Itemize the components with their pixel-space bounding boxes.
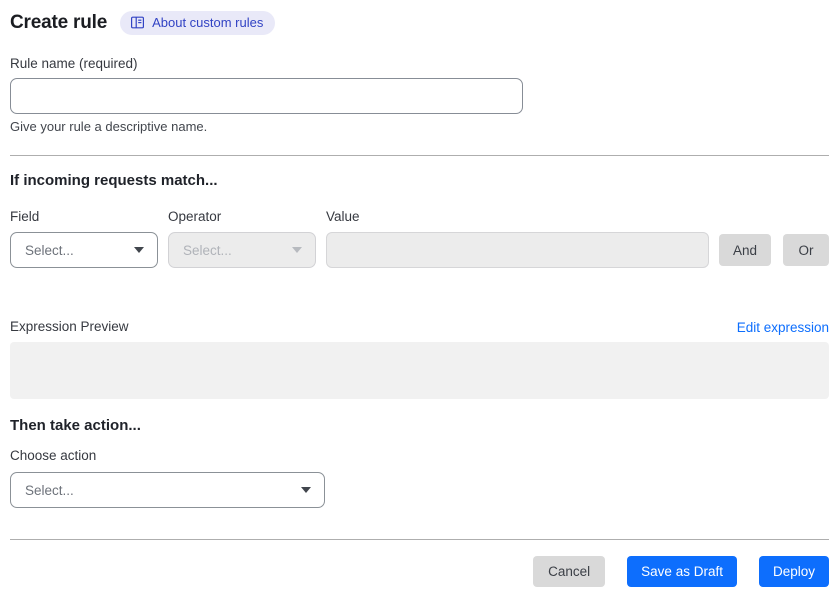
- expression-preview-label: Expression Preview: [10, 319, 129, 334]
- or-button[interactable]: Or: [783, 234, 829, 266]
- expression-preview-box: [10, 342, 829, 399]
- rule-name-input[interactable]: [10, 78, 523, 114]
- section-divider: [10, 155, 829, 156]
- field-select-placeholder: Select...: [25, 242, 74, 258]
- footer-divider: [10, 539, 829, 540]
- rule-name-section: Rule name (required) Give your rule a de…: [10, 56, 829, 135]
- match-section-heading: If incoming requests match...: [10, 172, 218, 189]
- page-header: Create rule About custom rules: [10, 10, 829, 36]
- and-button[interactable]: And: [719, 234, 771, 266]
- match-labels-row: Field Operator Value: [10, 209, 829, 225]
- rule-name-helper-text: Give your rule a descriptive name.: [10, 119, 208, 134]
- value-input[interactable]: [326, 232, 709, 268]
- create-rule-page: Create rule About custom rules Rule name…: [0, 0, 839, 587]
- edit-expression-link[interactable]: Edit expression: [737, 320, 829, 335]
- chevron-down-icon: [134, 247, 144, 253]
- cancel-button[interactable]: Cancel: [533, 556, 606, 587]
- operator-label: Operator: [168, 209, 222, 224]
- expression-preview-header: Expression Preview Edit expression: [10, 319, 829, 335]
- value-label: Value: [326, 209, 360, 224]
- match-controls-row: Select... Select... And Or: [10, 232, 829, 268]
- field-label: Field: [10, 209, 40, 224]
- chevron-down-icon: [292, 247, 302, 253]
- chevron-down-icon: [301, 487, 311, 493]
- choose-action-select[interactable]: Select...: [10, 472, 325, 508]
- field-select[interactable]: Select...: [10, 232, 158, 268]
- action-section-heading: Then take action...: [10, 417, 141, 434]
- choose-action-placeholder: Select...: [25, 482, 74, 498]
- about-custom-rules-label: About custom rules: [152, 15, 264, 30]
- about-custom-rules-link[interactable]: About custom rules: [120, 11, 276, 35]
- page-title: Create rule: [10, 12, 108, 33]
- deploy-button[interactable]: Deploy: [758, 556, 829, 587]
- footer-actions: Cancel Save as Draft Deploy: [10, 556, 829, 587]
- choose-action-label: Choose action: [10, 448, 97, 463]
- rule-name-label: Rule name (required): [10, 56, 138, 71]
- save-as-draft-button[interactable]: Save as Draft: [627, 556, 737, 587]
- book-icon: [130, 15, 145, 30]
- operator-select-placeholder: Select...: [183, 242, 232, 258]
- operator-select[interactable]: Select...: [168, 232, 316, 268]
